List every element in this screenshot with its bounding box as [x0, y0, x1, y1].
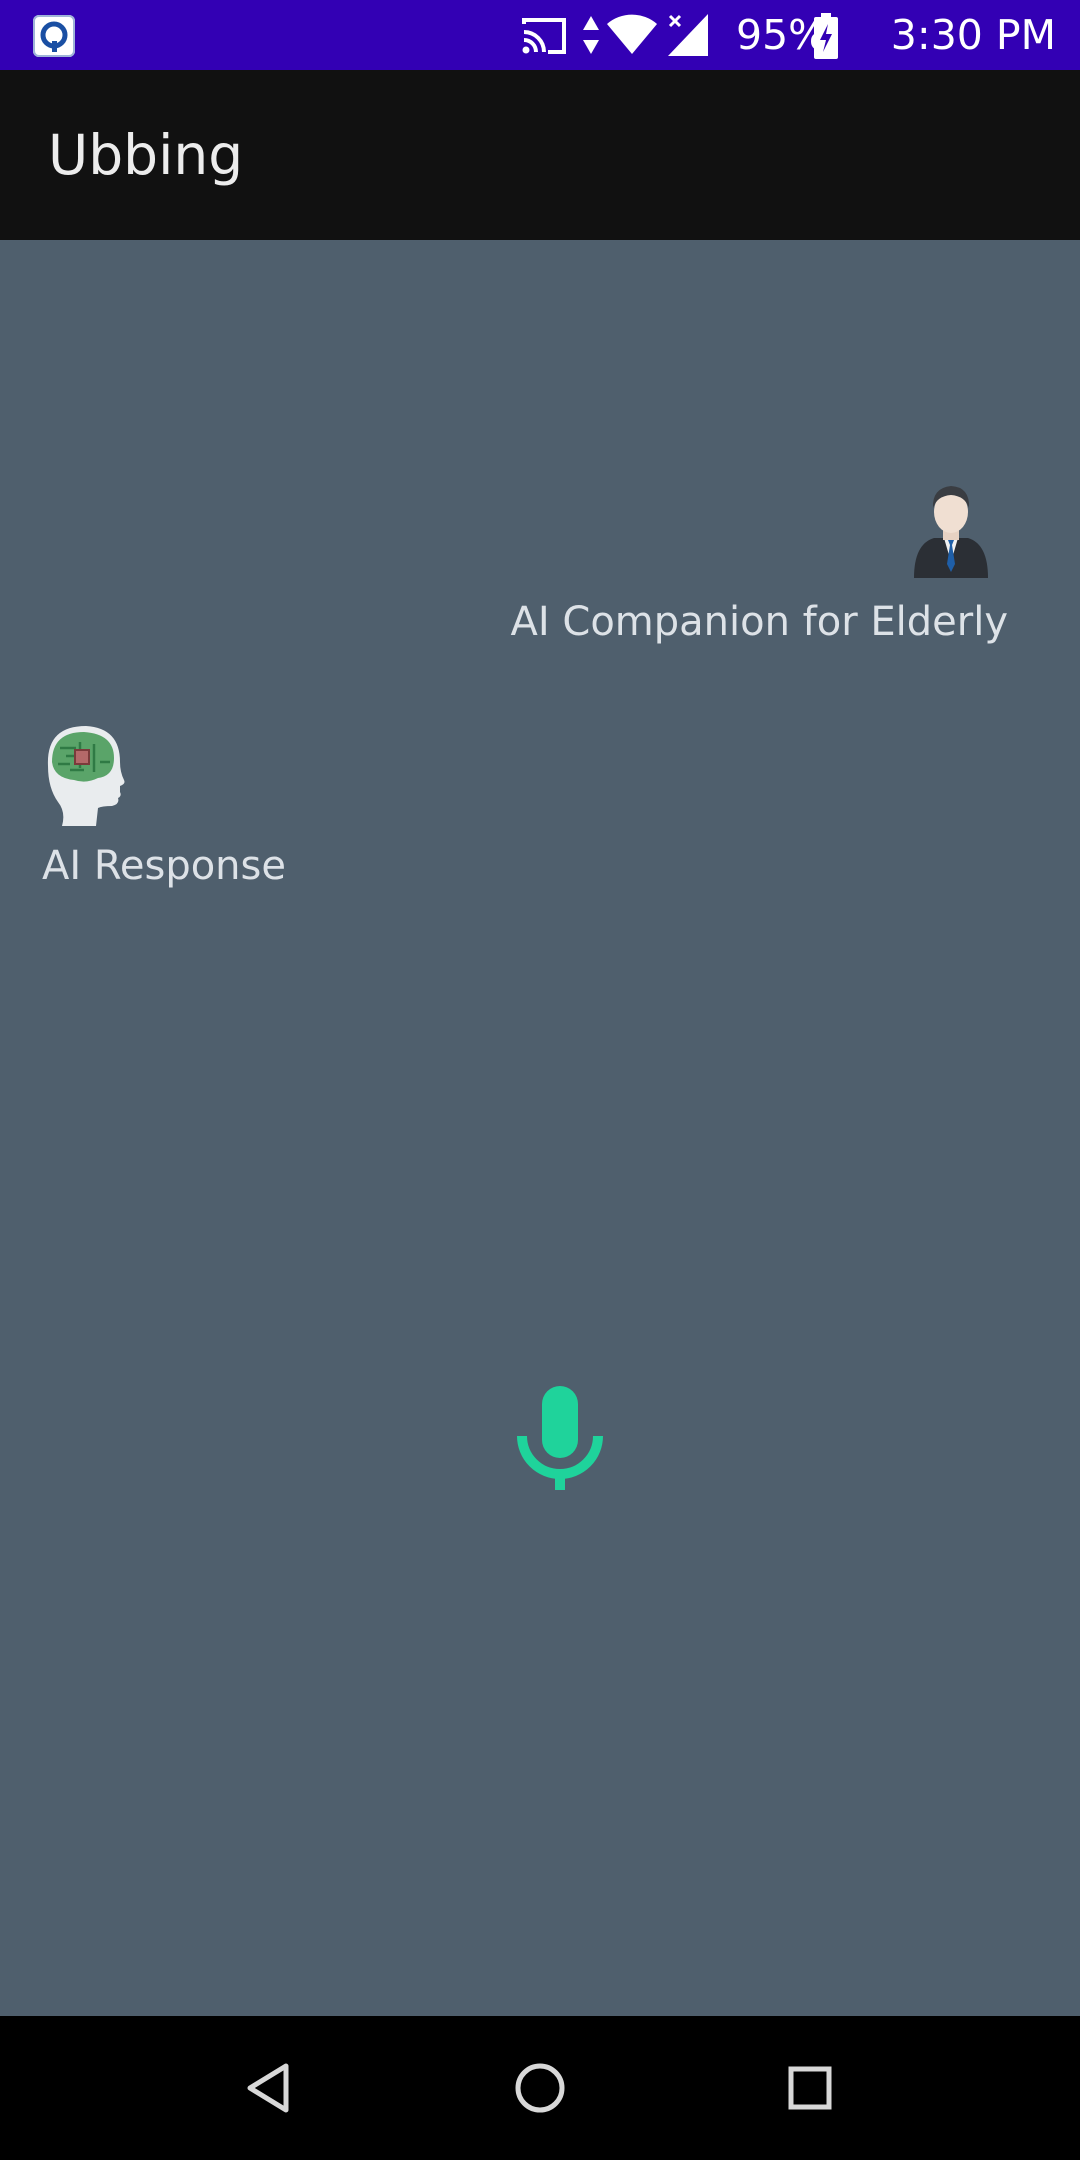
wifi-icon	[607, 14, 657, 54]
home-button[interactable]	[504, 2052, 576, 2124]
back-icon	[247, 2063, 289, 2113]
q-app-icon	[33, 15, 75, 57]
recents-icon	[788, 2066, 832, 2110]
signal-icon	[668, 14, 708, 56]
recents-button[interactable]	[774, 2052, 846, 2124]
microphone-icon	[517, 1386, 603, 1490]
battery-charging-icon	[814, 13, 838, 59]
businessman-avatar-icon	[910, 478, 992, 580]
companion-label: AI Companion for Elderly	[510, 599, 1008, 645]
clock: 3:30 PM	[890, 11, 1056, 59]
data-updown-icon	[583, 16, 599, 54]
microphone-button[interactable]	[508, 1370, 612, 1502]
ai-response-label: AI Response	[42, 843, 286, 889]
back-button[interactable]	[234, 2052, 306, 2124]
app-screen: 95% 3:30 PM Ubbing AI Companion for Elde…	[0, 0, 1080, 2160]
status-icons: 95% 3:30 PM	[520, 0, 1080, 70]
home-icon	[515, 2063, 565, 2113]
app-title: Ubbing	[48, 123, 244, 187]
status-bar: 95% 3:30 PM	[0, 0, 1080, 70]
cast-icon	[522, 18, 566, 54]
app-bar: Ubbing	[0, 70, 1080, 240]
navigation-bar	[0, 2016, 1080, 2160]
ai-brain-head-icon	[40, 722, 126, 828]
